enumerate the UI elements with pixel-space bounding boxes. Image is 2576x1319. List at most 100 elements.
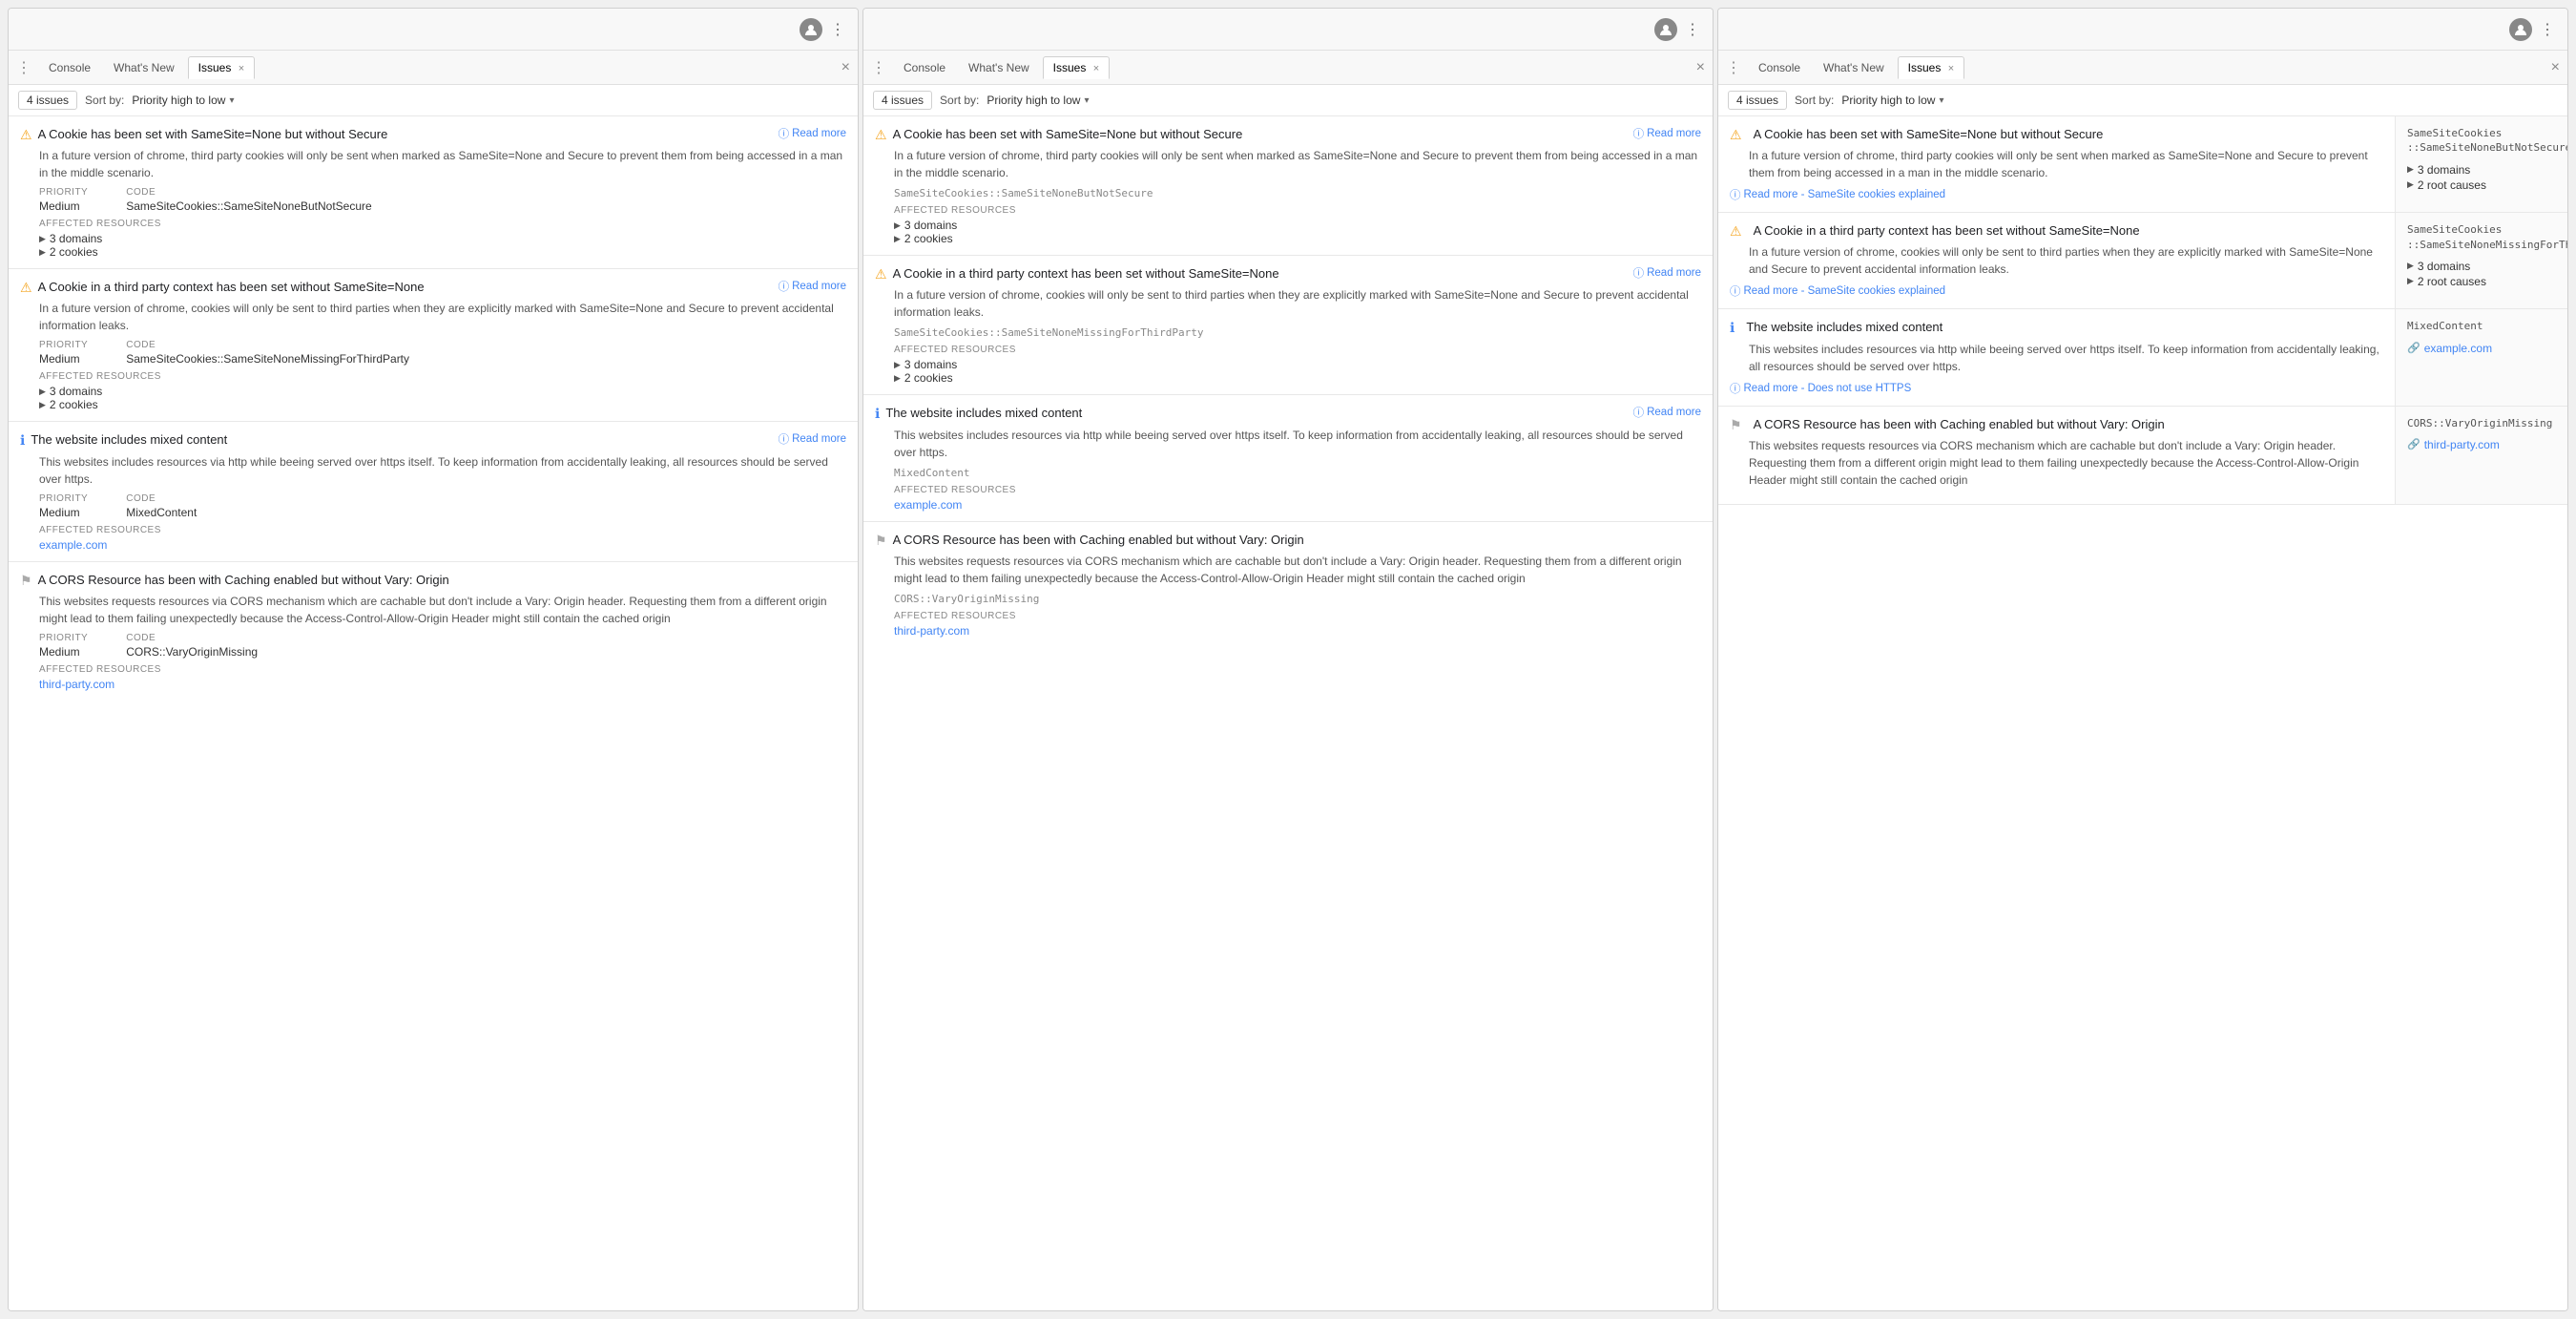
tab-issues[interactable]: Issues × xyxy=(1043,56,1110,79)
issue-header: ⚠ A Cookie has been set with SameSite=No… xyxy=(20,126,846,143)
sidebar-stat: ▶ 2 root causes xyxy=(2407,275,2556,288)
issue-code-line: SameSiteCookies::SameSiteNoneButNotSecur… xyxy=(875,187,1701,199)
issue-title: A CORS Resource has been with Caching en… xyxy=(1754,416,2165,433)
meta-priority: PRIORITY Medium xyxy=(39,633,88,659)
read-more-link[interactable]: ⓘ Read more - SameSite cookies explained xyxy=(1730,283,2383,299)
tab-console[interactable]: Console xyxy=(894,57,955,78)
issue-title-row: ⚑ A CORS Resource has been with Caching … xyxy=(875,532,1701,549)
sort-label: Sort by: xyxy=(940,94,979,107)
sort-select[interactable]: Priority high to low ▾ xyxy=(132,94,234,107)
issue-sidebar: SameSiteCookies ::SameSiteNoneMissingFor… xyxy=(2396,213,2567,308)
affected-section: AFFECTED RESOURCES ▶ 3 domains ▶ 2 cooki… xyxy=(875,345,1701,385)
read-more-link[interactable]: ⓘ Read more xyxy=(779,126,846,141)
affected-section: AFFECTED RESOURCES third-party.com xyxy=(20,664,846,691)
sidebar-link-item[interactable]: 🔗 third-party.com xyxy=(2407,438,2556,451)
read-more-link[interactable]: ⓘ Read more - SameSite cookies explained xyxy=(1730,187,2383,202)
sort-chevron-icon: ▾ xyxy=(1084,95,1089,106)
issue-sidebar: SameSiteCookies ::SameSiteNoneButNotSecu… xyxy=(2396,116,2567,212)
read-more-link[interactable]: ⓘ Read more - Does not use HTTPS xyxy=(1730,381,2383,396)
issue-sidebar: MixedContent 🔗 example.com xyxy=(2396,309,2567,405)
code-label: CODE xyxy=(126,340,409,350)
flag-icon: ⚑ xyxy=(1730,417,1742,433)
resource-link[interactable]: third-party.com xyxy=(2424,438,2500,451)
warn-icon: ⚠ xyxy=(20,280,32,296)
read-more-link[interactable]: ⓘ Read more xyxy=(779,431,846,447)
tab-issues[interactable]: Issues × xyxy=(188,56,255,79)
read-more-link[interactable]: ⓘ Read more xyxy=(779,279,846,294)
issue-item: ⚑ A CORS Resource has been with Caching … xyxy=(863,522,1713,647)
sort-select[interactable]: Priority high to low ▾ xyxy=(987,94,1089,107)
tab-whatsnew[interactable]: What's New xyxy=(1814,57,1894,78)
avatar[interactable] xyxy=(2509,18,2532,41)
issue-main: ℹ The website includes mixed content Thi… xyxy=(1718,309,2396,405)
affected-item[interactable]: example.com xyxy=(894,498,1701,512)
panel-close-icon[interactable]: × xyxy=(1696,59,1705,76)
tab-menu-icon[interactable]: ⋮ xyxy=(1726,58,1741,77)
tab-console[interactable]: Console xyxy=(1749,57,1810,78)
issue-item: ⚠ A Cookie in a third party context has … xyxy=(863,256,1713,395)
more-options-icon[interactable]: ⋮ xyxy=(1685,20,1701,39)
code-value: MixedContent xyxy=(126,506,197,519)
affected-section: AFFECTED RESOURCES ▶ 3 domains ▶ 2 cooki… xyxy=(20,371,846,411)
more-options-icon[interactable]: ⋮ xyxy=(830,20,846,39)
issue-header: ⚠ A Cookie has been set with SameSite=No… xyxy=(875,126,1701,143)
tab-console[interactable]: Console xyxy=(39,57,100,78)
issue-description: This websites includes resources via htt… xyxy=(1730,341,2383,375)
resource-link[interactable]: example.com xyxy=(2424,342,2492,355)
read-more-link[interactable]: ⓘ Read more xyxy=(1633,405,1701,420)
tab-whatsnew[interactable]: What's New xyxy=(104,57,184,78)
tab-menu-icon[interactable]: ⋮ xyxy=(16,58,31,77)
affected-label: AFFECTED RESOURCES xyxy=(894,205,1701,216)
triangle-icon: ▶ xyxy=(39,247,46,258)
panel-middle: ⋮ ⋮ Console What's New Issues × × 4 issu… xyxy=(862,8,1714,1311)
tab-menu-icon[interactable]: ⋮ xyxy=(871,58,886,77)
issue-title-row: ⚑ A CORS Resource has been with Caching … xyxy=(20,572,846,589)
issue-title: A Cookie has been set with SameSite=None… xyxy=(893,126,1243,143)
affected-section: AFFECTED RESOURCES ▶ 3 domains ▶ 2 cooki… xyxy=(20,219,846,259)
affected-item[interactable]: third-party.com xyxy=(39,678,846,691)
affected-item[interactable]: third-party.com xyxy=(894,624,1701,638)
read-more-link[interactable]: ⓘ Read more xyxy=(1633,265,1701,281)
issue-title: A Cookie in a third party context has be… xyxy=(38,279,425,296)
resource-link[interactable]: example.com xyxy=(39,538,107,552)
triangle-icon: ▶ xyxy=(894,373,901,384)
sidebar-code: SameSiteCookies ::SameSiteNoneButNotSecu… xyxy=(2407,126,2556,156)
read-more-link[interactable]: ⓘ Read more xyxy=(1633,126,1701,141)
read-more-icon: ⓘ xyxy=(1633,265,1645,281)
issue-main: ⚑ A CORS Resource has been with Caching … xyxy=(1718,407,2396,504)
issue-title-row: ⚠ A Cookie in a third party context has … xyxy=(875,265,1626,283)
priority-value: Medium xyxy=(39,645,88,659)
issue-title-row: ⚠ A Cookie in a third party context has … xyxy=(20,279,771,296)
code-value: SameSiteCookies::SameSiteNoneMissingForT… xyxy=(126,352,409,366)
panel-close-icon[interactable]: × xyxy=(841,59,850,76)
resource-link[interactable]: example.com xyxy=(894,498,962,512)
read-more-icon: ⓘ xyxy=(1730,187,1741,202)
issue-description: In a future version of chrome, cookies w… xyxy=(1730,243,2383,278)
tab-issues-close[interactable]: × xyxy=(1948,63,1954,74)
avatar[interactable] xyxy=(800,18,822,41)
tab-issues-close[interactable]: × xyxy=(239,63,244,74)
issue-title: A Cookie in a third party context has be… xyxy=(893,265,1279,283)
panel-close-icon[interactable]: × xyxy=(2551,59,2560,76)
affected-item: ▶ 3 domains xyxy=(894,358,1701,371)
priority-value: Medium xyxy=(39,506,88,519)
sort-label: Sort by: xyxy=(85,94,124,107)
avatar[interactable] xyxy=(1654,18,1677,41)
affected-item[interactable]: example.com xyxy=(39,538,846,552)
sidebar-link-item[interactable]: 🔗 example.com xyxy=(2407,342,2556,355)
info-icon: ℹ xyxy=(1730,320,1735,336)
panel-left-tabbar: ⋮ Console What's New Issues × × xyxy=(9,51,858,85)
tab-issues[interactable]: Issues × xyxy=(1898,56,1964,79)
read-more-icon: ⓘ xyxy=(779,126,790,141)
tab-whatsnew[interactable]: What's New xyxy=(959,57,1039,78)
resource-link[interactable]: third-party.com xyxy=(39,678,114,691)
code-label: CODE xyxy=(126,187,371,198)
more-options-icon[interactable]: ⋮ xyxy=(2540,20,2556,39)
affected-label: AFFECTED RESOURCES xyxy=(39,219,846,229)
sort-select[interactable]: Priority high to low ▾ xyxy=(1841,94,1943,107)
panel-left-toolbar: 4 issues Sort by: Priority high to low ▾ xyxy=(9,85,858,116)
issue-item: ⚠ A Cookie has been set with SameSite=No… xyxy=(1718,116,2567,213)
priority-label: PRIORITY xyxy=(39,340,88,350)
resource-link[interactable]: third-party.com xyxy=(894,624,969,638)
tab-issues-close[interactable]: × xyxy=(1093,63,1099,74)
